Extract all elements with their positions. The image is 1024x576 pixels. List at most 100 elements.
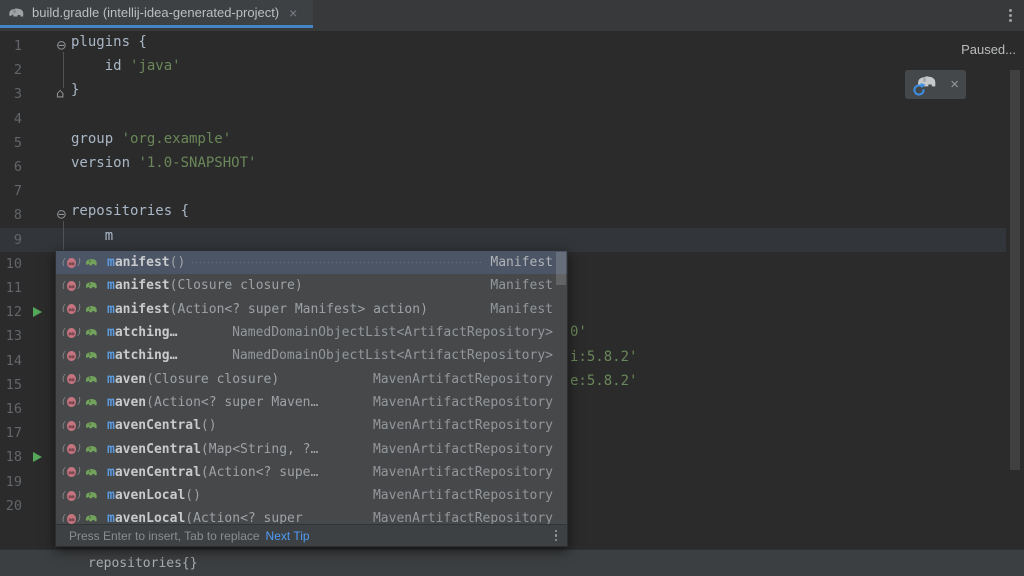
window-menu-kebab-icon[interactable] [1009, 9, 1012, 22]
next-tip-link[interactable]: Next Tip [266, 529, 310, 543]
line-number: 13 [6, 328, 22, 344]
dotted-leader [310, 518, 366, 519]
completion-menu-kebab-icon[interactable] [555, 530, 558, 542]
line-number: 4 [14, 111, 22, 127]
completion-item[interactable]: ()matching…NamedDomainObjectList<Artifac… [56, 321, 567, 344]
item-params: (Closure closure) [170, 278, 303, 293]
tab-close-icon[interactable]: × [289, 6, 297, 20]
popup-scrollbar-thumb[interactable] [556, 252, 566, 285]
match-prefix: m [107, 255, 115, 270]
completion-item[interactable]: ()mavenLocal(Action<? superMavenArtifact… [56, 507, 567, 524]
item-params: () [201, 418, 217, 433]
completion-item[interactable]: ()manifest(Closure closure)Manifest [56, 274, 567, 297]
method-icon: () [61, 467, 82, 477]
item-return-type: Manifest [490, 302, 553, 317]
method-icon: () [61, 258, 82, 268]
breadcrumb-item[interactable]: repositories{} [88, 556, 198, 571]
item-name: avenLocal [115, 488, 185, 503]
fold-end-icon[interactable]: ⌂ [56, 87, 64, 102]
code-text: repositories { [71, 203, 189, 219]
item-params: () [185, 488, 201, 503]
dotted-leader [286, 379, 366, 380]
match-prefix: m [107, 395, 115, 410]
gutter-row: 2 [0, 58, 70, 82]
fold-guide-line [63, 52, 64, 88]
completion-item[interactable]: ()manifest(Action<? super Manifest> acti… [56, 298, 567, 321]
line-number: 15 [6, 377, 22, 393]
item-params: (Action<? super [185, 511, 302, 524]
item-return-type: MavenArtifactRepository [373, 372, 553, 387]
gradle-dsl-icon [85, 351, 98, 360]
line-number: 3 [14, 86, 22, 102]
method-icon: () [61, 281, 82, 291]
tab-build-gradle[interactable]: build.gradle (intellij-idea-generated-pr… [0, 0, 313, 28]
completion-item[interactable]: ()maven(Action<? super Maven…MavenArtifa… [56, 391, 567, 414]
code-line: } [71, 82, 79, 106]
method-icon: () [61, 304, 82, 314]
fold-collapse-icon[interactable]: ⊖ [56, 208, 67, 223]
completion-popup: ()manifest()Manifest()manifest(Closure c… [55, 250, 568, 547]
item-name: avenCentral [115, 418, 201, 433]
gutter-row: 5 [0, 131, 70, 155]
item-params: (Action<? supe… [201, 465, 318, 480]
completion-item[interactable]: ()mavenCentral(Map<String, ?…MavenArtifa… [56, 437, 567, 460]
completion-list[interactable]: ()manifest()Manifest()manifest(Closure c… [56, 251, 567, 524]
code-text: plugins { [71, 34, 147, 50]
completion-item[interactable]: ()manifest()Manifest [56, 251, 567, 274]
code-fragment: i:5.8.2' [570, 349, 637, 373]
item-params: () [170, 255, 186, 270]
code-line: repositories { [71, 203, 189, 227]
gradle-sync-button[interactable] [912, 74, 938, 96]
item-name: atching… [115, 325, 178, 340]
gradle-dsl-icon [85, 491, 98, 500]
string-literal: 'org.example' [122, 131, 232, 147]
match-prefix: m [107, 325, 115, 340]
completion-item[interactable]: ()maven(Closure closure)MavenArtifactRep… [56, 367, 567, 390]
match-prefix: m [107, 302, 115, 317]
method-icon: () [61, 351, 82, 361]
code-line: id 'java' [71, 58, 181, 82]
line-number: 20 [6, 498, 22, 514]
item-name: aven [115, 395, 146, 410]
method-icon: () [61, 514, 82, 524]
line-number: 8 [14, 207, 22, 223]
gradle-dsl-icon [85, 375, 98, 384]
item-name: avenCentral [115, 442, 201, 457]
completion-item[interactable]: ()mavenCentral(Action<? supe…MavenArtifa… [56, 461, 567, 484]
match-prefix: m [107, 348, 115, 363]
dismiss-toolbar-button[interactable]: × [950, 77, 959, 92]
item-params: (Action<? super Maven… [146, 395, 318, 410]
code-line: version '1.0-SNAPSHOT' [71, 155, 256, 179]
item-return-type: Manifest [490, 255, 553, 270]
dotted-leader [325, 472, 366, 473]
editor-tab-bar: build.gradle (intellij-idea-generated-pr… [0, 0, 1024, 31]
gutter-row: 6 [0, 155, 70, 179]
code-line: m [71, 228, 113, 252]
item-return-type: MavenArtifactRepository [373, 488, 553, 503]
item-name: avenLocal [115, 511, 185, 524]
code-line: plugins { [71, 34, 147, 58]
editor-scrollbar-thumb[interactable] [1010, 70, 1020, 470]
completion-item[interactable]: ()matching…NamedDomainObjectList<Artifac… [56, 344, 567, 367]
item-params: (Map<String, ?… [201, 442, 318, 457]
code-text: } [71, 82, 79, 98]
completion-item[interactable]: ()mavenLocal()MavenArtifactRepository [56, 484, 567, 507]
dotted-leader [224, 425, 366, 426]
fold-collapse-icon[interactable]: ⊖ [56, 39, 67, 54]
ide-window: build.gradle (intellij-idea-generated-pr… [0, 0, 1024, 576]
line-number: 19 [6, 474, 22, 490]
match-prefix: m [107, 442, 115, 457]
completion-item[interactable]: ()mavenCentral()MavenArtifactRepository [56, 414, 567, 437]
run-gutter-icon[interactable] [33, 307, 42, 317]
gutter-row: 8⊖ [0, 203, 70, 227]
line-number: 9 [14, 232, 22, 248]
line-number: 2 [14, 62, 22, 78]
dotted-leader [325, 449, 366, 450]
line-number: 1 [14, 38, 22, 54]
method-icon: () [61, 421, 82, 431]
caret-line-highlight [0, 228, 1006, 252]
dotted-leader [435, 309, 483, 310]
line-number: 12 [6, 304, 22, 320]
dotted-leader [325, 402, 366, 403]
run-gutter-icon[interactable] [33, 452, 42, 462]
